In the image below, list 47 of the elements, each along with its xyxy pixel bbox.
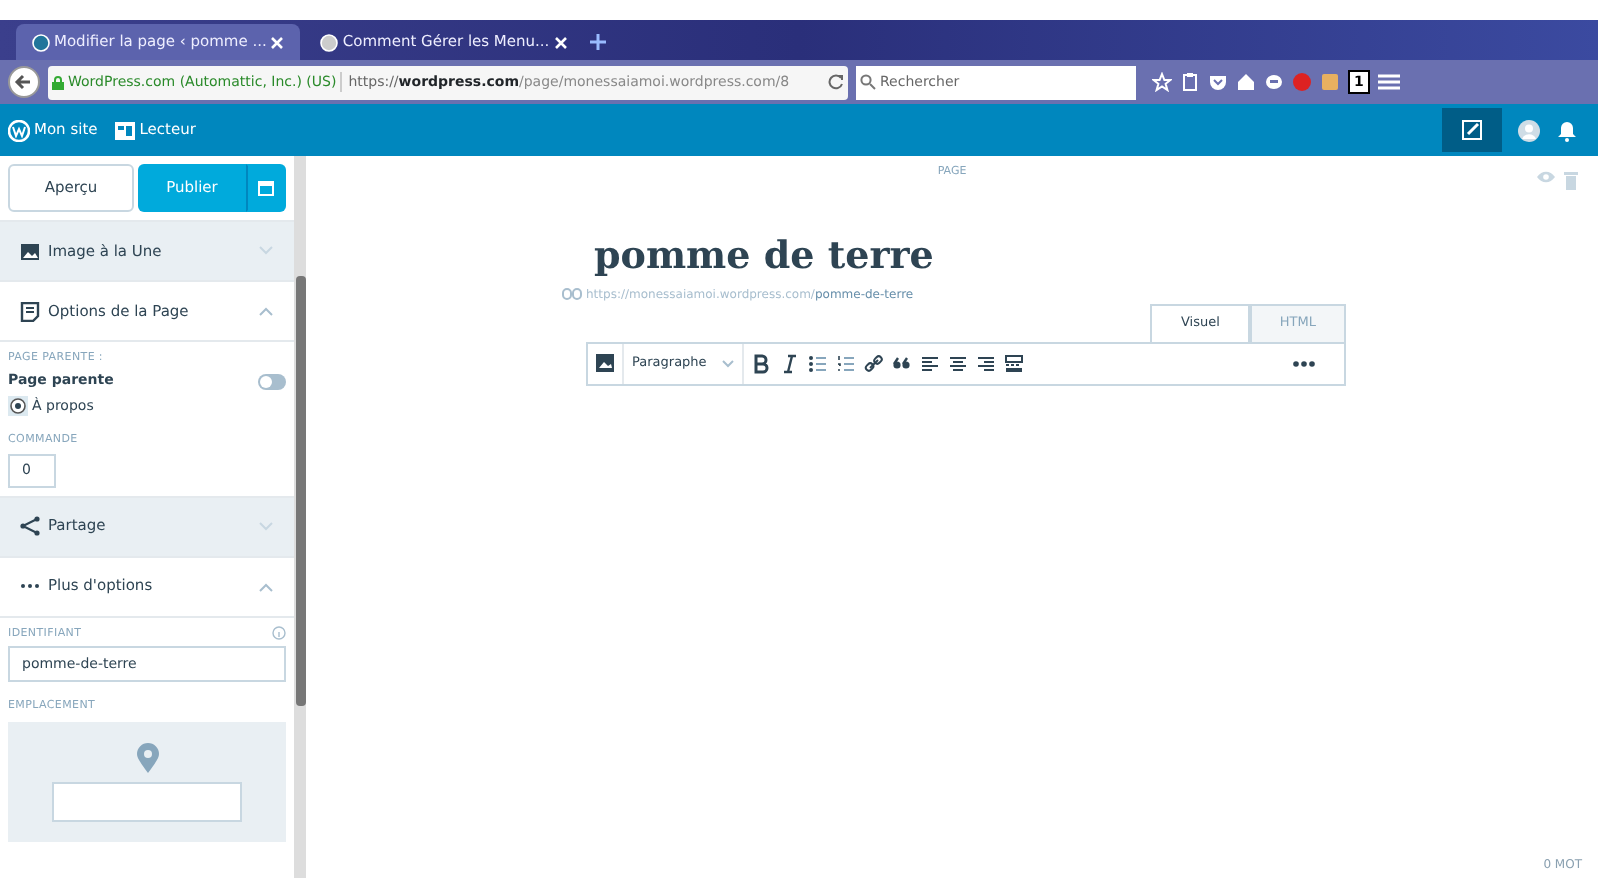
menu-icon[interactable] [1377, 72, 1400, 92]
chevron-up-icon [258, 306, 274, 316]
info-icon [272, 626, 286, 641]
location-field[interactable] [52, 782, 242, 822]
link-icon[interactable] [864, 353, 885, 373]
page-icon [20, 301, 40, 321]
image-icon [20, 241, 40, 261]
add-media-icon[interactable] [596, 354, 614, 372]
edit-icon [1462, 120, 1482, 140]
chevron-down-icon [258, 521, 274, 531]
close-icon[interactable] [553, 35, 568, 49]
write-button[interactable] [1442, 108, 1502, 152]
schedule-button[interactable] [246, 164, 286, 212]
bold-icon[interactable] [752, 353, 773, 373]
radio-button[interactable] [8, 396, 28, 416]
chevron-down-icon [722, 359, 735, 367]
reload-icon[interactable] [828, 74, 844, 90]
new-tab-icon[interactable] [587, 32, 608, 52]
lock-icon [52, 75, 64, 89]
more-icon[interactable] [1292, 359, 1316, 367]
align-right-icon[interactable] [976, 353, 997, 373]
clipboard-icon[interactable] [1180, 72, 1200, 92]
close-icon[interactable] [270, 35, 285, 49]
notifications-bell-icon[interactable] [1556, 119, 1578, 141]
share-icon [20, 516, 40, 536]
link-icon [562, 288, 582, 301]
align-center-icon[interactable] [948, 353, 969, 373]
search-icon [860, 74, 876, 90]
page-title[interactable]: pomme de terre [594, 228, 1598, 286]
pocket-icon[interactable] [1208, 72, 1228, 92]
scrollbar-thumb[interactable] [296, 276, 306, 706]
numbered-list-icon[interactable] [836, 353, 857, 373]
avatar-icon[interactable] [1518, 119, 1540, 141]
bookmark-star-icon[interactable] [1152, 72, 1172, 92]
calendar-icon [258, 180, 274, 196]
back-icon[interactable] [8, 66, 40, 98]
align-left-icon[interactable] [920, 353, 941, 373]
bullet-list-icon[interactable] [808, 353, 829, 373]
read-more-icon[interactable] [1004, 353, 1025, 373]
italic-icon[interactable] [780, 353, 801, 373]
reader-icon [113, 119, 136, 141]
home-icon[interactable] [1236, 72, 1256, 92]
chevron-up-icon [258, 581, 274, 591]
blockquote-icon[interactable] [892, 353, 913, 373]
map-pin-icon [135, 742, 159, 774]
toggle-switch[interactable] [258, 373, 286, 389]
chevron-down-icon [258, 246, 274, 256]
